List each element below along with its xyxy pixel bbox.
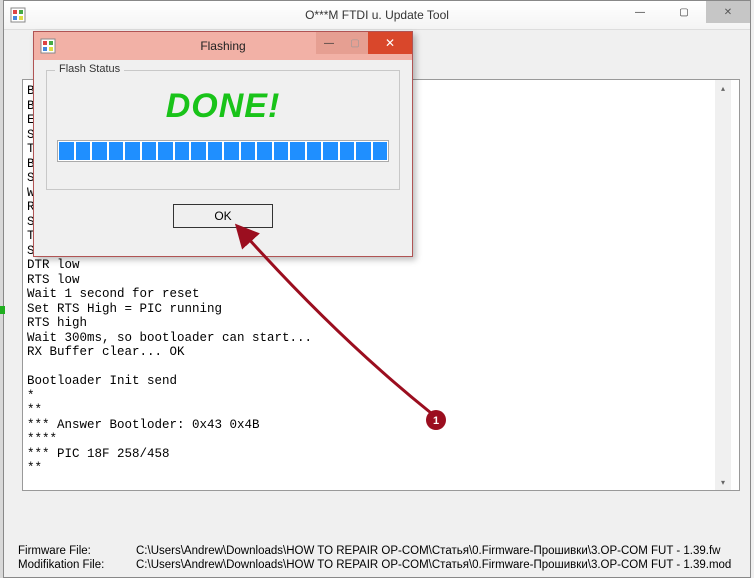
dialog-icon [40, 38, 56, 54]
progress-block [175, 142, 190, 160]
progress-block [208, 142, 223, 160]
progress-block [109, 142, 124, 160]
progress-bar [57, 140, 389, 162]
progress-block [76, 142, 91, 160]
progress-block [92, 142, 107, 160]
progress-block [307, 142, 322, 160]
progress-block [142, 142, 157, 160]
firmware-file-path: C:\Users\Andrew\Downloads\HOW TO REPAIR … [136, 545, 720, 557]
progress-block [241, 142, 256, 160]
scroll-up-icon[interactable]: ▴ [715, 80, 731, 96]
flashing-dialog: Flashing — ▢ ✕ Flash Status DONE! OK [33, 31, 413, 257]
status-text: DONE! [57, 87, 389, 126]
maximize-button[interactable]: ▢ [662, 1, 706, 23]
progress-block [274, 142, 289, 160]
progress-block [224, 142, 239, 160]
progress-block [158, 142, 173, 160]
progress-block [323, 142, 338, 160]
minimize-button[interactable]: — [618, 1, 662, 23]
dialog-maximize-button: ▢ [342, 32, 368, 54]
close-button[interactable]: ✕ [706, 1, 750, 23]
firmware-file-label: Firmware File: [18, 545, 118, 557]
progress-block [59, 142, 74, 160]
dialog-window-controls: — ▢ ✕ [316, 32, 412, 54]
dialog-body: Flash Status DONE! OK [34, 60, 412, 238]
ok-button[interactable]: OK [173, 204, 273, 228]
progress-block [257, 142, 272, 160]
flash-status-group: Flash Status DONE! [46, 70, 400, 190]
dialog-minimize-button[interactable]: — [316, 32, 342, 54]
log-scrollbar[interactable]: ▴ ▾ [715, 80, 731, 490]
dialog-titlebar[interactable]: Flashing — ▢ ✕ [34, 32, 412, 60]
progress-block [290, 142, 305, 160]
progress-block [373, 142, 388, 160]
progress-block [125, 142, 140, 160]
scroll-down-icon[interactable]: ▾ [715, 474, 731, 490]
progress-block [340, 142, 355, 160]
modification-file-path: C:\Users\Andrew\Downloads\HOW TO REPAIR … [136, 559, 731, 571]
main-window-controls: — ▢ ✕ [618, 1, 750, 23]
app-icon [10, 7, 26, 23]
main-titlebar[interactable]: O***M FTDI u. Update Tool — ▢ ✕ [4, 1, 750, 30]
progress-block [356, 142, 371, 160]
footer: Firmware File: C:\Users\Andrew\Downloads… [18, 543, 740, 571]
progress-block [191, 142, 206, 160]
flash-status-legend: Flash Status [55, 63, 124, 75]
modification-file-label: Modifikation File: [18, 559, 118, 571]
dialog-close-button[interactable]: ✕ [368, 32, 412, 54]
green-accent-dot [0, 306, 5, 314]
